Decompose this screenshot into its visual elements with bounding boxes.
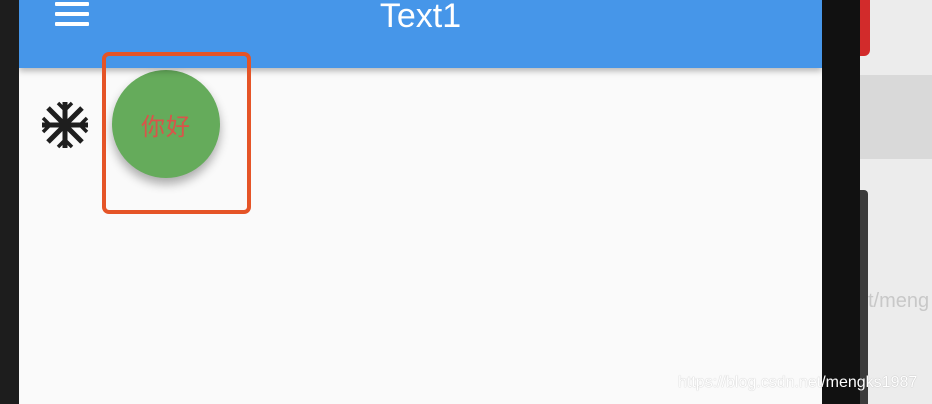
background-red-button	[860, 0, 870, 56]
avatar-label: 你好	[141, 112, 191, 141]
avatar-circle-button[interactable]: 你好	[112, 70, 220, 178]
app-bar-title: Text1	[379, 0, 462, 35]
watermark-text: https://blog.csdn.net/mengks1987	[678, 374, 918, 391]
app-bar: Text1	[19, 0, 822, 68]
background-dark-panel	[860, 190, 868, 404]
app-screen: Text1 你好	[19, 0, 822, 404]
background-page: t/meng	[822, 0, 932, 404]
emulator-frame-edge	[822, 0, 860, 404]
background-gray-block	[860, 75, 932, 159]
background-faint-text: t/meng	[868, 290, 930, 312]
screenshot-stage: t/meng Text1 你好 https://blog.csdn.net/me…	[0, 0, 932, 404]
ac-unit-snowflake-icon	[41, 101, 89, 149]
